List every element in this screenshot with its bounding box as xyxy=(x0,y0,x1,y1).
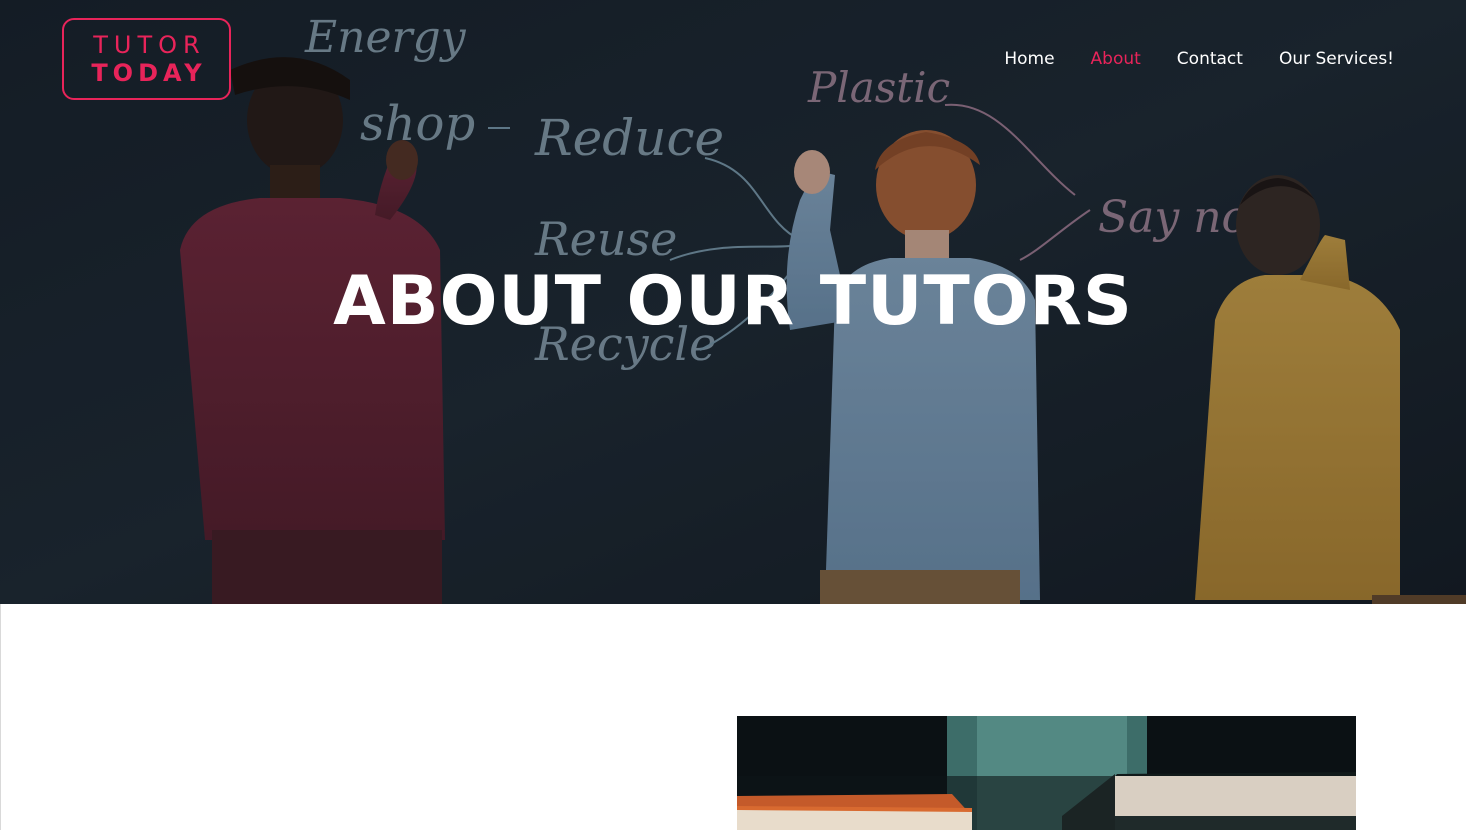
logo-line-tutor: TUTOR xyxy=(93,30,206,59)
nav-link-about[interactable]: About xyxy=(1091,47,1141,71)
books-photo-graphic xyxy=(737,716,1356,830)
nav-link-home[interactable]: Home xyxy=(1004,47,1054,71)
nav-link-contact[interactable]: Contact xyxy=(1177,47,1243,71)
logo-line-today: TODAY xyxy=(91,58,207,87)
page-edge-divider xyxy=(0,604,1,830)
nav-link-our-services[interactable]: Our Services! xyxy=(1279,47,1394,71)
books-image xyxy=(737,716,1356,830)
page-title: ABOUT OUR TUTORS xyxy=(333,262,1133,341)
hero-banner: Energy shop Reduce Reuse Recycle Plastic… xyxy=(0,0,1466,604)
page: Energy shop Reduce Reuse Recycle Plastic… xyxy=(0,0,1466,830)
site-logo[interactable]: TUTOR TODAY xyxy=(62,18,231,100)
main-navigation: Home About Contact Our Services! xyxy=(1004,47,1394,71)
